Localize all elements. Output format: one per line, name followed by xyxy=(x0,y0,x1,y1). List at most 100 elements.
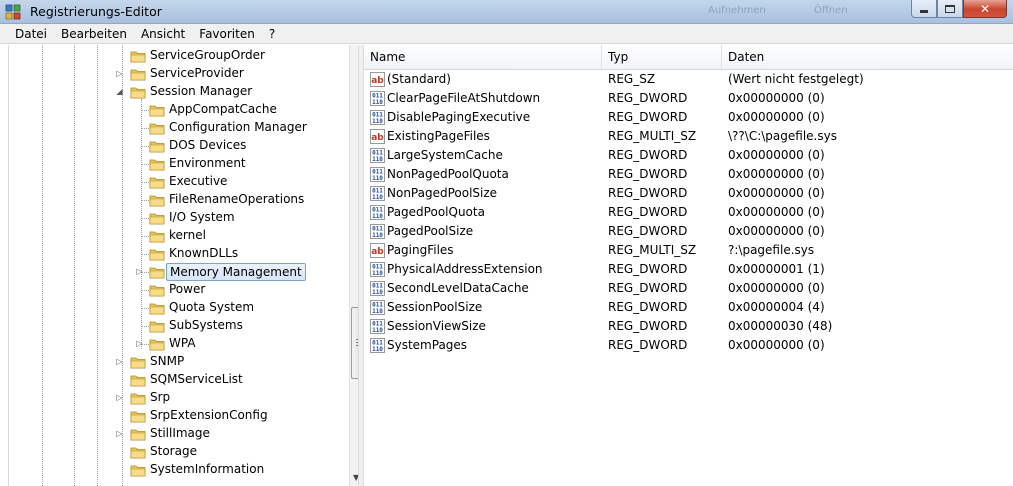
tree-item[interactable]: ▷ WPA xyxy=(9,335,349,353)
folder-icon xyxy=(149,213,165,225)
close-icon: ✕ xyxy=(979,1,991,16)
maximize-icon xyxy=(945,4,955,13)
column-header-data[interactable]: Daten xyxy=(722,45,1013,70)
value-name: PhysicalAddressExtension xyxy=(387,262,543,276)
tree-item[interactable]: ◢ Session Manager xyxy=(9,83,349,101)
svg-text:110: 110 xyxy=(372,289,383,296)
list-item[interactable]: 011 110 SessionViewSize REG_DWORD 0x00000030… xyxy=(364,317,1013,336)
list-item[interactable]: 011 110 LargeSystemCache REG_DWORD 0x0000000… xyxy=(364,146,1013,165)
list-item[interactable]: 011 110 SessionPoolSize REG_DWORD 0x00000004… xyxy=(364,298,1013,317)
tree-item[interactable]: ServiceGroupOrder xyxy=(9,47,349,65)
value-name: SecondLevelDataCache xyxy=(387,281,529,295)
folder-icon xyxy=(130,69,146,81)
tree-item[interactable]: KnownDLLs xyxy=(9,245,349,263)
tree-item-label: SubSystems xyxy=(169,318,243,332)
tree-item[interactable]: Power xyxy=(9,281,349,299)
list-item[interactable]: ab PagingFiles REG_MULTI_SZ ?:\pagefile.sys xyxy=(364,241,1013,260)
collapsed-arrow-icon[interactable]: ▷ xyxy=(115,393,124,402)
column-header-type[interactable]: Typ xyxy=(602,45,722,70)
folder-icon xyxy=(149,123,165,135)
folder-icon xyxy=(149,249,165,261)
list-item[interactable]: 011 110 SystemPages REG_DWORD 0x00000000 (0) xyxy=(364,336,1013,355)
ghost-action-record: Aufnehmen xyxy=(708,5,766,16)
tree-item[interactable]: FileRenameOperations xyxy=(9,191,349,209)
key-tree[interactable]: ServiceGroupOrder ▷ ServiceProvider ◢ Sessio… xyxy=(8,45,358,486)
list-item[interactable]: 011 110 PagedPoolSize REG_DWORD 0x00000000 (… xyxy=(364,222,1013,241)
tree-item[interactable]: ▷ ServiceProvider xyxy=(9,65,349,83)
menu-file[interactable]: Datei xyxy=(8,27,54,41)
svg-text:110: 110 xyxy=(372,346,383,353)
list-item[interactable]: 011 110 PhysicalAddressExtension REG_DWORD 0… xyxy=(364,260,1013,279)
tree-item-label: Storage xyxy=(150,444,197,458)
list-item[interactable]: 011 110 NonPagedPoolSize REG_DWORD 0x0000000… xyxy=(364,184,1013,203)
close-button[interactable]: ✕ xyxy=(963,0,1007,18)
value-name: NonPagedPoolQuota xyxy=(387,167,509,181)
collapsed-arrow-icon[interactable]: ▷ xyxy=(135,339,144,348)
tree-item[interactable]: Executive xyxy=(9,173,349,191)
tree-item[interactable]: kernel xyxy=(9,227,349,245)
tree-item[interactable]: ▷ Memory Management xyxy=(9,263,349,281)
tree-item-label: ServiceGroupOrder xyxy=(150,48,265,62)
folder-icon xyxy=(130,429,146,441)
collapsed-arrow-icon[interactable]: ▷ xyxy=(115,357,124,366)
column-header-name[interactable]: Name xyxy=(364,45,602,70)
svg-text:110: 110 xyxy=(372,232,383,239)
scrollbar-thumb[interactable] xyxy=(351,307,358,379)
list-item[interactable]: 011 110 NonPagedPoolQuota REG_DWORD 0x000000… xyxy=(364,165,1013,184)
list-item[interactable]: 011 110 DisablePagingExecutive REG_DWORD 0x0… xyxy=(364,108,1013,127)
list-item[interactable]: 011 110 ClearPageFileAtShutdown REG_DWORD 0x… xyxy=(364,89,1013,108)
list-item[interactable]: 011 110 PagedPoolQuota REG_DWORD 0x00000000 … xyxy=(364,203,1013,222)
list-item[interactable]: ab (Standard) REG_SZ (Wert nicht festgelegt… xyxy=(364,70,1013,89)
folder-icon xyxy=(149,231,165,243)
collapsed-arrow-icon[interactable]: ▷ xyxy=(115,429,124,438)
tree-item[interactable]: Configuration Manager xyxy=(9,119,349,137)
list-item[interactable]: ab ExistingPageFiles REG_MULTI_SZ \??\C:\pa… xyxy=(364,127,1013,146)
collapsed-arrow-icon[interactable]: ▷ xyxy=(135,267,144,276)
collapsed-arrow-icon[interactable]: ▷ xyxy=(115,69,124,78)
tree-item[interactable]: DOS Devices xyxy=(9,137,349,155)
value-type: REG_MULTI_SZ xyxy=(608,129,697,143)
expanded-arrow-icon[interactable]: ◢ xyxy=(115,87,124,96)
tree-item-label: DOS Devices xyxy=(169,138,247,152)
value-data: 0x00000001 (1) xyxy=(728,262,825,276)
title-bar[interactable]: Registrierungs-Editor Aufnehmen Öffnen ✕ xyxy=(0,0,1013,24)
binary-value-icon: 011110 xyxy=(370,224,385,239)
tree-item[interactable]: ▷ SNMP xyxy=(9,353,349,371)
string-value-icon: ab xyxy=(370,72,385,87)
value-type: REG_DWORD xyxy=(608,110,688,124)
tree-item[interactable]: ▷ StillImage xyxy=(9,425,349,443)
folder-icon xyxy=(149,159,165,171)
binary-value-icon: 011110 xyxy=(370,319,385,334)
svg-text:110: 110 xyxy=(372,213,383,220)
svg-text:110: 110 xyxy=(372,270,383,277)
menu-favorites[interactable]: Favoriten xyxy=(192,27,262,41)
tree-item[interactable]: AppCompatCache xyxy=(9,101,349,119)
menu-help[interactable]: ? xyxy=(262,27,282,41)
minimize-button[interactable] xyxy=(911,0,937,18)
menu-view[interactable]: Ansicht xyxy=(134,27,192,41)
tree-item[interactable]: SystemInformation xyxy=(9,461,349,479)
tree-item[interactable]: Environment xyxy=(9,155,349,173)
maximize-button[interactable] xyxy=(937,0,963,18)
value-name: (Standard) xyxy=(387,72,451,86)
tree-item[interactable]: I/O System xyxy=(9,209,349,227)
tree-item-label: Session Manager xyxy=(150,84,253,98)
tree-item[interactable]: SrpExtensionConfig xyxy=(9,407,349,425)
value-data: 0x00000000 (0) xyxy=(728,91,825,105)
tree-vertical-scrollbar[interactable]: ▼ xyxy=(349,45,358,486)
tree-item[interactable]: Storage xyxy=(9,443,349,461)
menu-edit[interactable]: Bearbeiten xyxy=(54,27,134,41)
value-list[interactable]: Name Typ Daten ab (Standard) REG_SZ (Wert n… xyxy=(364,45,1013,486)
svg-text:110: 110 xyxy=(372,99,383,106)
list-item[interactable]: 011 110 SecondLevelDataCache REG_DWORD 0x000… xyxy=(364,279,1013,298)
tree-item[interactable]: SubSystems xyxy=(9,317,349,335)
string-value-icon: ab xyxy=(370,129,385,144)
tree-item-label: AppCompatCache xyxy=(169,102,277,116)
tree-item[interactable]: SQMServiceList xyxy=(9,371,349,389)
svg-text:110: 110 xyxy=(372,194,383,201)
value-type: REG_DWORD xyxy=(608,186,688,200)
ghost-action-open: Öffnen xyxy=(814,5,848,16)
tree-item[interactable]: Quota System xyxy=(9,299,349,317)
registry-editor-icon xyxy=(5,4,21,20)
tree-item[interactable]: ▷ Srp xyxy=(9,389,349,407)
